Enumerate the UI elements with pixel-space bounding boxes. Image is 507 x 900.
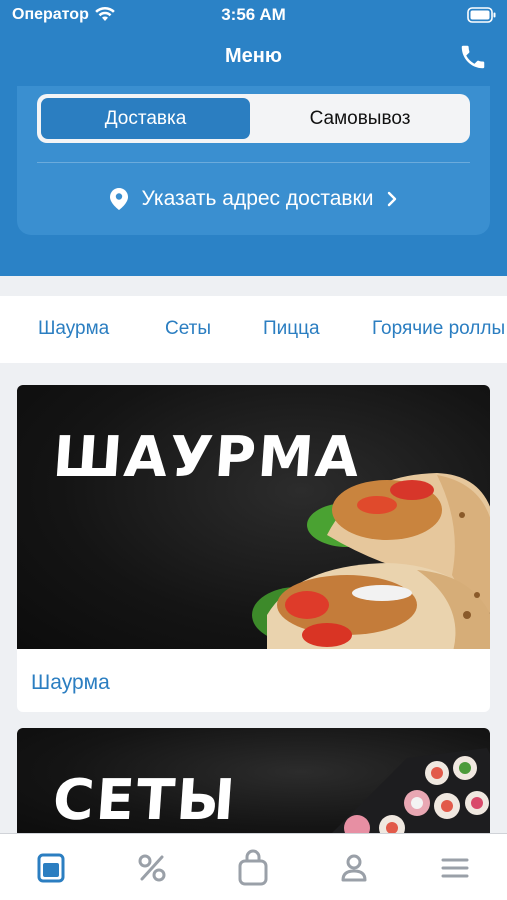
tab-promotions[interactable] — [101, 834, 202, 900]
bag-icon — [238, 849, 267, 885]
category-tab-pizza[interactable]: Пицца — [263, 318, 320, 340]
banner-title: СЕТЫ — [50, 768, 239, 833]
product-image: СЕТЫ — [17, 728, 490, 838]
status-bar: Оператор 3:56 AM — [0, 0, 507, 32]
product-card-shawarma[interactable]: ШАУРМА Шаурма — [17, 385, 490, 712]
header: Оператор 3:56 AM Меню Доставка Самовывоз — [0, 0, 507, 276]
percent-icon — [138, 854, 165, 881]
menu-icon — [37, 853, 64, 882]
category-tab-shawarma[interactable]: Шаурма — [38, 318, 109, 340]
tab-bar — [0, 833, 507, 900]
shawarma-illustration — [252, 473, 490, 649]
product-card-sets[interactable]: СЕТЫ — [17, 728, 490, 838]
clock: 3:56 AM — [221, 5, 286, 24]
address-button[interactable]: Указать адрес доставки — [17, 182, 490, 216]
chevron-right-icon — [388, 191, 397, 207]
tab-profile[interactable] — [303, 834, 404, 900]
category-tabs: Шаурма Сеты Пицца Горячие роллы — [0, 296, 507, 363]
menu-screen: Оператор 3:56 AM Меню Доставка Самовывоз — [0, 0, 507, 900]
pickup-tab[interactable]: Самовывоз — [254, 98, 466, 139]
product-caption: Шаурма — [31, 671, 110, 694]
divider — [37, 162, 470, 163]
product-image: ШАУРМА — [17, 385, 490, 649]
hamburger-icon — [441, 858, 468, 877]
category-tab-sets[interactable]: Сеты — [165, 318, 211, 340]
sushi-set-illustration — [327, 748, 490, 838]
address-prompt: Указать адрес доставки — [141, 187, 374, 210]
tab-menu[interactable] — [0, 834, 101, 900]
page-title: Меню — [225, 45, 282, 67]
delivery-mode-toggle: Доставка Самовывоз — [37, 94, 470, 143]
category-tab-hot-rolls[interactable]: Горячие роллы — [372, 318, 505, 340]
tab-cart[interactable] — [202, 834, 303, 900]
profile-icon — [341, 854, 366, 881]
delivery-card: Доставка Самовывоз Указать адрес доставк… — [17, 86, 490, 235]
location-pin-icon — [109, 188, 128, 210]
battery-icon — [467, 7, 496, 23]
tab-more[interactable] — [404, 834, 505, 900]
phone-icon[interactable] — [458, 42, 488, 72]
delivery-tab[interactable]: Доставка — [41, 98, 250, 139]
